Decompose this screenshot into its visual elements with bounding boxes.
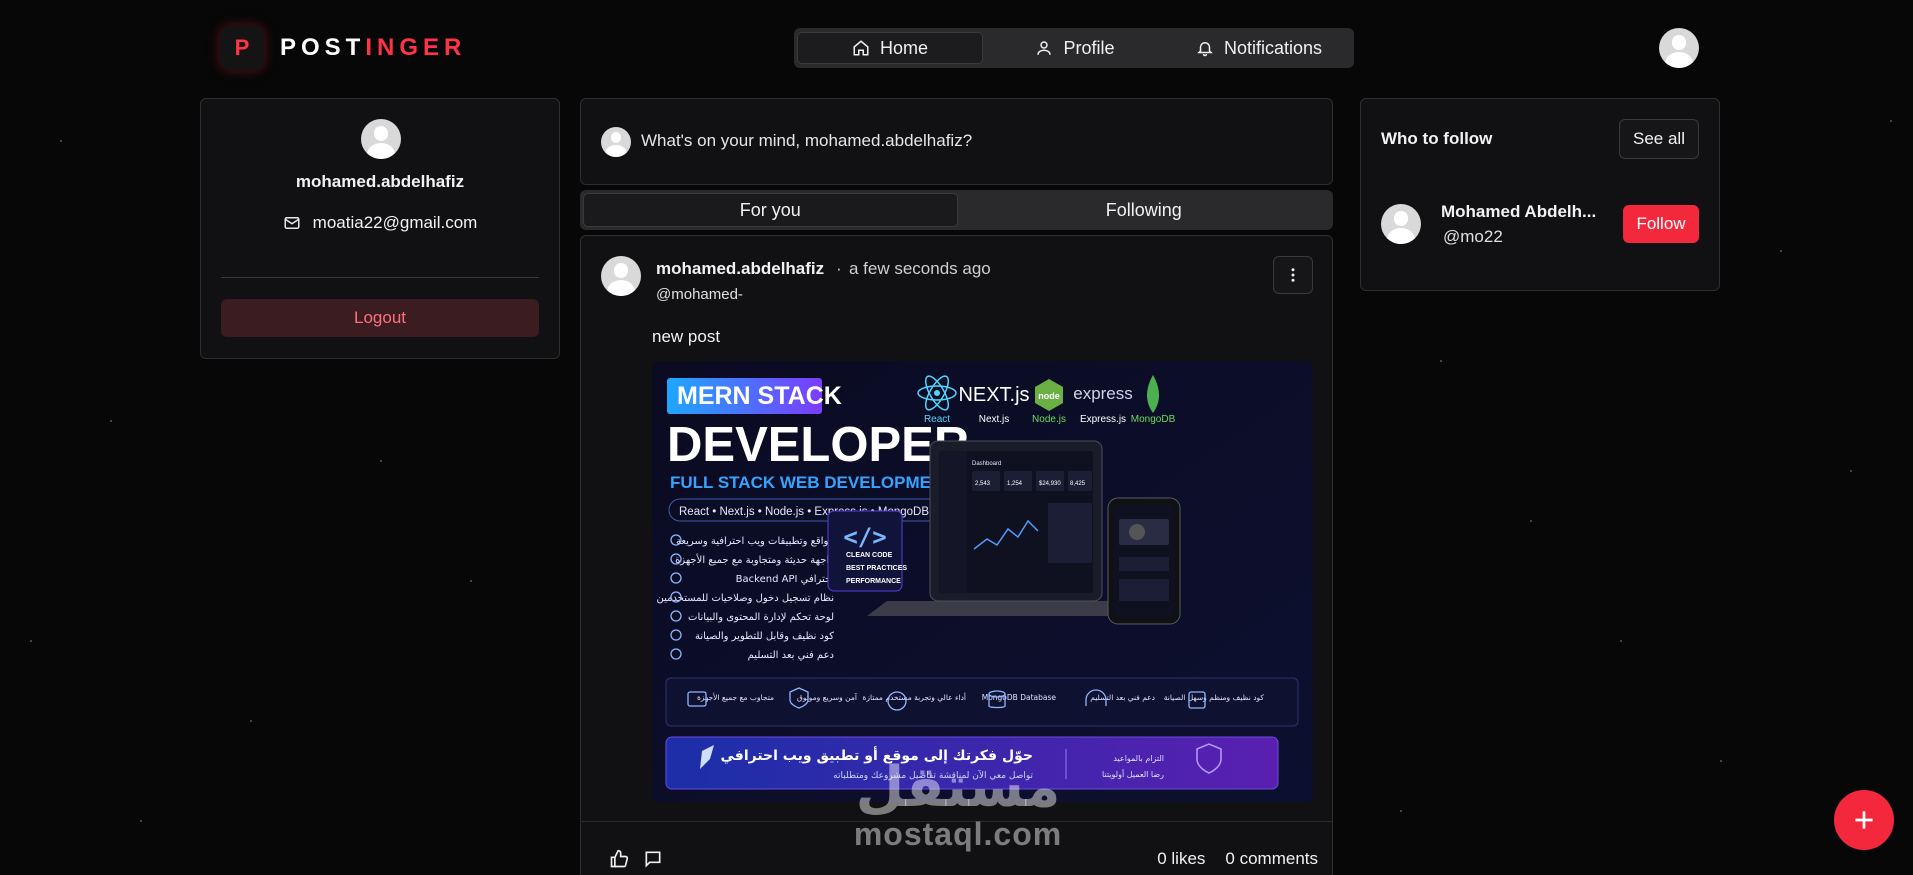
brand-name: POSTINGER (280, 34, 467, 61)
profile-avatar (361, 119, 401, 159)
user-icon (1037, 41, 1052, 55)
suggested-user-avatar[interactable] (1381, 204, 1421, 244)
suggested-user-name[interactable]: Mohamed Abdelh... (1441, 202, 1606, 222)
promo-stat: 1,254 (1007, 481, 1023, 487)
svg-text:</>: </> (843, 523, 886, 551)
post-stats: 0 likes 0 comments (1157, 849, 1318, 869)
like-icon[interactable] (609, 849, 629, 869)
post-author-avatar[interactable] (601, 256, 641, 296)
likes-count[interactable]: 0 likes (1157, 849, 1205, 869)
bell-icon (1197, 42, 1213, 57)
post-menu-button[interactable] (1273, 256, 1313, 294)
promo-bottom-feature: أداء عالي وتجربة مستخدم ممتازة (862, 692, 966, 702)
promo-bottom-feature: آمن وسريع وموثوق (797, 692, 858, 702)
promo-stat: 8,425 (1070, 481, 1086, 487)
post-card: mohamed.abdelhafiz · a few seconds ago @… (580, 235, 1333, 875)
home-icon (853, 40, 869, 56)
promo-title: DEVELOPER (667, 418, 969, 472)
composer-prompt[interactable]: What's on your mind, mohamed.abdelhafiz? (641, 131, 972, 151)
promo-feature: لوحة تحكم لإدارة المحتوى والبيانات (688, 612, 834, 623)
promo-subtitle: FULL STACK WEB DEVELOPMENT (670, 473, 954, 492)
post-separator: · (836, 259, 842, 278)
nav-home[interactable]: Home (797, 32, 983, 64)
mail-icon (284, 217, 300, 229)
who-to-follow-title: Who to follow (1381, 129, 1493, 148)
promo-dashboard-title: Dashboard (972, 461, 1001, 467)
tech-label: Next.js (979, 414, 1010, 425)
profile-divider (221, 277, 539, 278)
post-image[interactable]: MERN STACK DEVELOPER FULL STACK WEB DEVE… (652, 361, 1313, 802)
promo-feature: Backend API احترافي (736, 574, 834, 585)
nav-notifications[interactable]: Notifications (1167, 32, 1351, 64)
comments-count[interactable]: 0 comments (1225, 849, 1318, 869)
follow-button[interactable]: Follow (1623, 205, 1699, 243)
tab-following[interactable]: Following (958, 193, 1331, 227)
promo-stat: $24,930 (1039, 481, 1061, 487)
brand-logo[interactable]: P POSTINGER (220, 26, 466, 70)
suggested-user-handle: @mo22 (1443, 227, 1503, 246)
tab-for-you[interactable]: For you (583, 193, 958, 227)
post-divider (581, 821, 1332, 822)
promo-code-item: BEST PRACTICES (846, 565, 907, 572)
post-author-name[interactable]: mohamed.abdelhafiz (656, 259, 824, 279)
see-all-button[interactable]: See all (1619, 119, 1699, 159)
post-composer[interactable]: What's on your mind, mohamed.abdelhafiz? (580, 98, 1333, 185)
svg-text:NEXT.js: NEXT.js (958, 384, 1029, 406)
promo-code-item: CLEAN CODE (846, 552, 893, 559)
promo-banner-right: رضا العميل أولويتنا (1102, 769, 1164, 779)
tech-label: Express.js (1080, 414, 1126, 425)
promo-banner-main: حوّل فكرتك إلى موقع أو تطبيق ويب احترافي (720, 746, 1033, 764)
tech-label: MongoDB (1131, 414, 1176, 425)
feed-tabs: For you Following (580, 190, 1333, 230)
comment-icon[interactable] (643, 849, 663, 869)
promo-bottom-feature: متجاوب مع جميع الأجهزة (697, 692, 774, 702)
tech-label: Node.js (1032, 414, 1066, 425)
post-timestamp: a few seconds ago (849, 259, 991, 278)
promo-bottom-feature: MongoDB Database (982, 693, 1057, 702)
post-body-text: new post (652, 327, 721, 346)
profile-email: moatia22@gmail.com (201, 213, 559, 233)
svg-text:express: express (1073, 384, 1133, 403)
nav-notifications-label: Notifications (1223, 37, 1323, 58)
nav-profile-label: Profile (1063, 37, 1115, 58)
promo-feature: واجهة حديثة ومتجاوبة مع جميع الأجهزة (675, 553, 834, 566)
new-post-button[interactable] (1834, 790, 1894, 850)
plus-icon (1855, 811, 1873, 829)
nav-home-label: Home (879, 37, 928, 58)
promo-stat: 2,543 (975, 481, 991, 487)
profile-email-text: moatia22@gmail.com (312, 213, 478, 232)
post-actions (609, 849, 663, 869)
more-vertical-icon (1291, 268, 1295, 282)
svg-text:node: node (1038, 391, 1060, 401)
account-avatar[interactable] (1659, 28, 1699, 68)
mern-promo-graphic: MERN STACK DEVELOPER FULL STACK WEB DEVE… (652, 361, 1313, 802)
promo-bottom-feature: كود نظيف ومنظم وسهل الصيانة (1164, 693, 1265, 702)
nav-profile[interactable]: Profile (983, 32, 1167, 64)
profile-username: mohamed.abdelhafiz (295, 172, 465, 191)
top-bar: P POSTINGER Home Profile Notifications (0, 0, 1913, 92)
promo-banner-sub: تواصل معي الآن لمناقشة تفاصيل مشروعك ومت… (833, 769, 1033, 781)
who-to-follow-card: Who to follow See all Mohamed Abdelh... … (1360, 98, 1720, 291)
promo-feature: دعم فني بعد التسليم (748, 650, 834, 661)
promo-feature: مواقع وتطبيقات ويب احترافية وسريعة (676, 536, 834, 547)
promo-bottom-feature: دعم فني بعد التسليم (1090, 693, 1155, 702)
post-author-handle: @mohamed- (656, 286, 743, 303)
promo-code-item: PERFORMANCE (846, 578, 901, 585)
promo-banner-right: التزام بالمواعيد (1113, 754, 1164, 763)
profile-card: mohamed.abdelhafiz moatia22@gmail.com Lo… (200, 98, 560, 359)
promo-feature: كود نظيف وقابل للتطوير والصيانة (695, 631, 834, 642)
main-nav: Home Profile Notifications (794, 28, 1354, 68)
logo-mark-icon: P (220, 26, 264, 70)
promo-feature: نظام تسجيل دخول وصلاحيات للمستخدمين (657, 593, 834, 604)
logout-button[interactable]: Logout (221, 299, 539, 337)
tech-label: React (924, 414, 950, 425)
composer-avatar (601, 127, 631, 157)
promo-badge: MERN STACK (677, 382, 842, 410)
